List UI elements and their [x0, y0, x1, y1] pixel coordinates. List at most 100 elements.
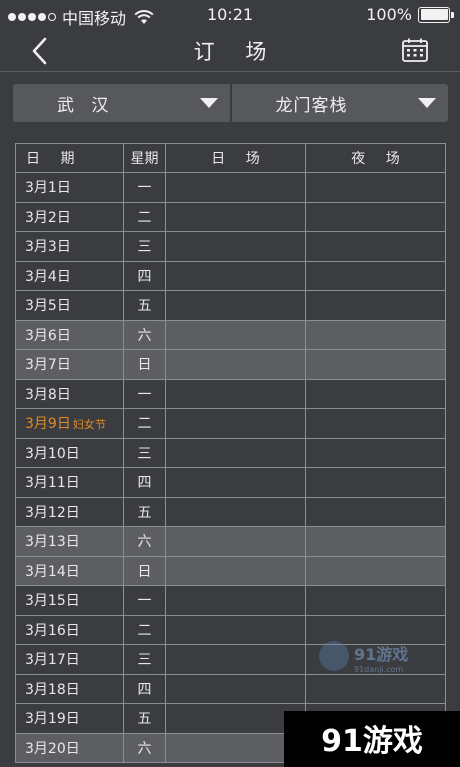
- day-session-slot[interactable]: [165, 408, 306, 439]
- day-session-slot[interactable]: [165, 319, 306, 350]
- header-weekday: 星期: [123, 143, 166, 173]
- date-label: 3月17日: [25, 652, 80, 669]
- battery-fill: [420, 9, 448, 20]
- date-cell: 3月5日: [15, 290, 124, 321]
- day-session-slot[interactable]: [165, 378, 306, 409]
- date-cell: 3月8日: [15, 378, 124, 409]
- battery-percent: 100%: [366, 5, 412, 24]
- date-cell: 3月10日: [15, 437, 124, 468]
- page-title: 订 场: [193, 40, 279, 64]
- weekday-cell: 六: [123, 319, 166, 350]
- day-session-slot[interactable]: [165, 644, 306, 675]
- date-label: 3月20日: [25, 740, 80, 757]
- weekday-cell: 一: [123, 172, 166, 203]
- date-label: 3月8日: [25, 386, 71, 403]
- calendar-icon[interactable]: [402, 38, 428, 62]
- night-session-slot[interactable]: [305, 408, 446, 439]
- date-cell: 3月15日: [15, 585, 124, 616]
- night-session-slot[interactable]: [305, 496, 446, 527]
- date-label: 3月18日: [25, 681, 80, 698]
- day-session-slot[interactable]: [165, 437, 306, 468]
- day-session-slot[interactable]: [165, 673, 306, 704]
- watermark-logo-small: 91游戏 91danji.com: [319, 641, 408, 674]
- table-row: 3月6日 六: [15, 319, 446, 350]
- night-session-slot[interactable]: [305, 555, 446, 586]
- watermark-small-sub: 91danji.com: [354, 665, 404, 674]
- weekday-cell: 二: [123, 201, 166, 232]
- weekday-cell: 四: [123, 467, 166, 498]
- date-cell: 3月13日: [15, 526, 124, 557]
- date-cell: 3月14日: [15, 555, 124, 586]
- weekday-cell: 四: [123, 260, 166, 291]
- date-label: 3月7日: [25, 357, 71, 374]
- battery-tip: [451, 11, 454, 18]
- date-cell: 3月20日: [15, 732, 124, 763]
- night-session-slot[interactable]: [305, 467, 446, 498]
- date-cell: 3月16日: [15, 614, 124, 645]
- header-date: 日 期: [15, 143, 124, 173]
- filter-selectors: 武 汉 龙门客栈: [13, 84, 448, 122]
- table-header-row: 日 期 星期 日 场 夜 场: [15, 143, 446, 173]
- venue-value: 龙门客栈: [275, 95, 348, 116]
- day-session-slot[interactable]: [165, 201, 306, 232]
- night-session-slot[interactable]: [305, 585, 446, 616]
- night-session-slot[interactable]: [305, 437, 446, 468]
- night-session-slot[interactable]: [305, 290, 446, 321]
- day-session-slot[interactable]: [165, 585, 306, 616]
- date-label: 3月13日: [25, 534, 80, 551]
- day-session-slot[interactable]: [165, 349, 306, 380]
- night-session-slot[interactable]: [305, 378, 446, 409]
- table-row: 3月7日 日: [15, 349, 446, 380]
- day-session-slot[interactable]: [165, 260, 306, 291]
- table-row: 3月18日 四: [15, 673, 446, 704]
- day-session-slot[interactable]: [165, 496, 306, 527]
- day-session-slot[interactable]: [165, 614, 306, 645]
- date-label: 3月1日: [25, 180, 71, 197]
- night-session-slot[interactable]: [305, 349, 446, 380]
- weekday-cell: 三: [123, 437, 166, 468]
- day-session-slot[interactable]: [165, 526, 306, 557]
- watermark-logo: 91游戏: [284, 711, 460, 767]
- date-label: 3月2日: [25, 209, 71, 226]
- night-session-slot[interactable]: [305, 231, 446, 262]
- table-row: 3月5日 五: [15, 290, 446, 321]
- date-cell: 3月9日 妇女节: [15, 408, 124, 439]
- watermark-small-text: 91游戏: [354, 645, 408, 664]
- day-session-slot[interactable]: [165, 231, 306, 262]
- date-cell: 3月4日: [15, 260, 124, 291]
- weekday-cell: 五: [123, 496, 166, 527]
- day-session-slot[interactable]: [165, 290, 306, 321]
- date-label: 3月12日: [25, 504, 80, 521]
- table-row: 3月12日 五: [15, 496, 446, 527]
- venue-dropdown[interactable]: 龙门客栈: [229, 84, 449, 122]
- date-label: 3月10日: [25, 445, 80, 462]
- night-session-slot[interactable]: [305, 526, 446, 557]
- weekday-cell: 一: [123, 378, 166, 409]
- weekday-cell: 六: [123, 526, 166, 557]
- night-session-slot[interactable]: [305, 172, 446, 203]
- date-cell: 3月19日: [15, 703, 124, 734]
- weekday-cell: 二: [123, 614, 166, 645]
- date-label: 3月9日: [25, 416, 71, 433]
- table-row: 3月14日 日: [15, 555, 446, 586]
- night-session-slot[interactable]: [305, 673, 446, 704]
- header-day-session: 日 场: [165, 143, 306, 173]
- table-row: 3月3日 三: [15, 231, 446, 262]
- weekday-cell: 一: [123, 585, 166, 616]
- watermark-big-text: 91游戏: [321, 724, 423, 759]
- city-dropdown[interactable]: 武 汉: [13, 84, 230, 122]
- day-session-slot[interactable]: [165, 467, 306, 498]
- date-cell: 3月17日: [15, 644, 124, 675]
- nav-bar: 订 场: [0, 30, 460, 72]
- night-session-slot[interactable]: [305, 201, 446, 232]
- night-session-slot[interactable]: [305, 260, 446, 291]
- table-row: 3月4日 四: [15, 260, 446, 291]
- weekday-cell: 二: [123, 408, 166, 439]
- day-session-slot[interactable]: [165, 172, 306, 203]
- date-label: 3月5日: [25, 298, 71, 315]
- night-session-slot[interactable]: [305, 319, 446, 350]
- table-row: 3月9日 妇女节二: [15, 408, 446, 439]
- table-row: 3月13日 六: [15, 526, 446, 557]
- caret-down-icon: [418, 98, 436, 108]
- day-session-slot[interactable]: [165, 555, 306, 586]
